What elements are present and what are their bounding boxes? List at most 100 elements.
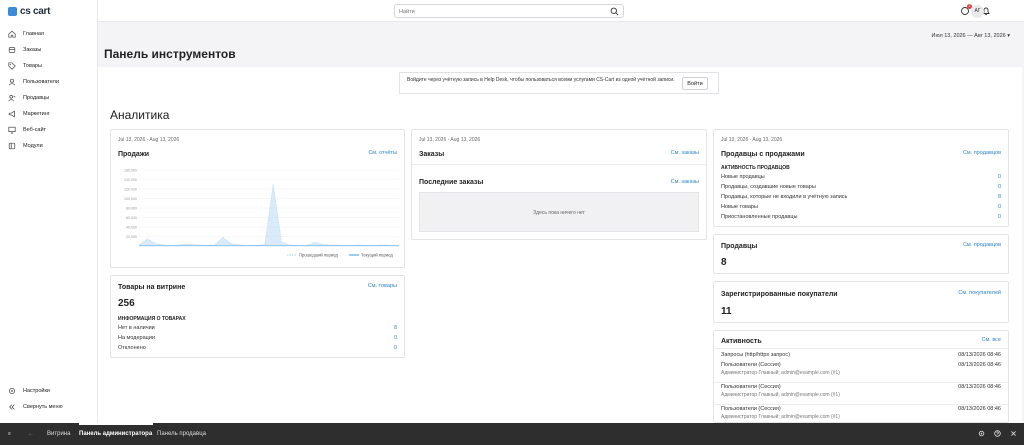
logo-text: cs cart — [20, 6, 51, 17]
tag-icon — [8, 62, 16, 70]
search-input[interactable] — [399, 7, 599, 16]
list-item[interactable]: На модерации 0 — [118, 335, 397, 344]
see-reports-link[interactable]: См. отчёты — [368, 150, 397, 156]
notice-text: Войдите через учётную запись в Help Desk… — [407, 77, 675, 83]
row-subtext: Администратор Главный; admin@example.com… — [721, 370, 840, 376]
sales-card: Jul 13, 2026 - Aug 13, 2026 Продажи См. … — [110, 129, 405, 268]
see-products-link[interactable]: См. товары — [368, 283, 397, 289]
recent-orders-title: Последние заказы — [419, 179, 484, 186]
search-icon[interactable] — [610, 7, 619, 16]
search-box — [394, 4, 624, 18]
list-item[interactable]: Продавцы, создавшие новые товары 0 — [721, 184, 1001, 193]
sidebar-item-settings[interactable]: Настройки — [8, 386, 50, 396]
card-date: Jul 13, 2026 - Aug 13, 2026 — [419, 137, 481, 143]
vendors-sales-card: Jul 13, 2026 - Aug 13, 2026 Продавцы с п… — [713, 129, 1009, 227]
active-tab-indicator — [79, 423, 153, 425]
sidebar-item-label: Заказы — [23, 47, 42, 53]
list-item[interactable]: Приостановленные продавцы 0 — [721, 214, 1001, 223]
legend-label-current: Текущий период — [361, 253, 393, 258]
cart-logo-icon — [8, 7, 17, 16]
y-tick-label: 80,000 — [126, 207, 137, 211]
card-title: Продажи — [118, 151, 150, 158]
legend-label-previous: Прошедший период — [299, 253, 338, 258]
sidebar-item-modules[interactable]: Модули — [8, 141, 43, 151]
products-count: 256 — [118, 298, 135, 309]
list-item[interactable]: Запросы (http/https запрос) 08/13/2026 08… — [721, 352, 1001, 361]
row-label: Нет в наличии — [118, 325, 155, 331]
gear-icon — [8, 387, 16, 395]
products-info-header: ИНФОРМАЦИЯ О ТОВАРАХ — [118, 316, 186, 322]
sidebar-item-products[interactable]: Товары — [8, 61, 42, 71]
bottom-bar: ≡ ← Витрина Панель администратора Панель… — [0, 423, 1024, 445]
card-title: Заказы — [419, 151, 445, 158]
top-bar: 2 АГ — [98, 0, 1024, 22]
notifications-button[interactable]: 2 — [960, 4, 972, 16]
date-range-selector[interactable]: Июл 13, 2026 — Авг 13, 2026 ▾ — [932, 33, 1010, 39]
y-tick-label: 120,000 — [124, 188, 137, 192]
close-icon[interactable] — [1010, 430, 1017, 437]
row-label: Пользователи (Сессия) — [721, 362, 781, 368]
row-label: Продавцы, создавшие новые товары — [721, 184, 816, 190]
sidebar-item-label: Продавцы — [23, 95, 50, 101]
list-item[interactable]: Нет в наличии 8 — [118, 325, 397, 334]
customers-count: 11 — [721, 306, 732, 317]
y-tick-label: 100,000 — [124, 197, 137, 201]
row-value: 0 — [997, 184, 1001, 190]
user-avatar[interactable]: АГ — [971, 5, 984, 18]
menu-icon[interactable]: ≡ — [8, 431, 11, 437]
gear-icon[interactable] — [978, 430, 985, 437]
list-item[interactable]: Продавцы, которые не входили в учётную з… — [721, 194, 1001, 203]
collapse-menu-button[interactable]: Свернуть меню — [8, 402, 63, 412]
help-icon[interactable] — [994, 430, 1001, 437]
vendor-panel-link[interactable]: Панель продавца — [157, 431, 206, 437]
sidebar-item-users[interactable]: Пользователи — [8, 77, 59, 87]
see-customers-link[interactable]: См. покупателей — [958, 290, 1001, 296]
list-item[interactable]: Новые товары 0 — [721, 204, 1001, 213]
list-item[interactable]: Пользователи (Сессия) 08/13/2026 08:46 Адм… — [721, 384, 1001, 402]
row-time: 08/13/2026 08:46 — [958, 384, 1001, 390]
see-orders-link[interactable]: См. заказы — [671, 179, 699, 185]
row-value: 0 — [393, 345, 397, 351]
card-title: Товары на витрине — [118, 284, 186, 291]
row-value: 0 — [393, 335, 397, 341]
helpdesk-notice: Войдите через учётную запись в Help Desk… — [399, 72, 719, 94]
row-label: На модерации — [118, 335, 155, 341]
sidebar-item-label: Товары — [23, 63, 42, 69]
see-all-link[interactable]: См. все — [982, 337, 1001, 343]
y-tick-label: 140,000 — [124, 178, 137, 182]
divider — [412, 164, 706, 165]
modules-icon — [8, 142, 16, 150]
see-orders-link[interactable]: См. заказы — [671, 150, 699, 156]
orders-card: Jul 13, 2026 - Aug 13, 2026 Заказы См. з… — [411, 129, 707, 240]
row-value: 8 — [393, 325, 397, 331]
sidebar-item-marketing[interactable]: Маркетинг — [8, 109, 50, 119]
sidebar-item-orders[interactable]: Заказы — [8, 45, 41, 55]
divider — [714, 382, 1008, 383]
login-button[interactable]: Войти — [682, 77, 708, 90]
y-tick-label: 40,000 — [126, 226, 137, 230]
sidebar-item-vendors[interactable]: Продавцы — [8, 93, 49, 103]
orders-icon — [8, 46, 16, 54]
marketing-icon — [8, 110, 16, 118]
row-value: 0 — [997, 204, 1001, 210]
sidebar-item-home[interactable]: Главная — [8, 29, 44, 39]
see-vendors-link[interactable]: См. продавцов — [963, 150, 1001, 156]
list-item[interactable]: Пользователи (Сессия) 08/13/2026 08:46 Адм… — [721, 362, 1001, 380]
back-arrow-icon[interactable]: ← — [28, 431, 34, 437]
see-vendors-link[interactable]: См. продавцов — [963, 242, 1001, 248]
y-tick-label: 160,000 — [124, 169, 137, 173]
admin-panel-link[interactable]: Панель администратора — [79, 431, 152, 437]
divider — [714, 404, 1008, 405]
logo[interactable]: cs cart — [8, 6, 50, 17]
vendor-activity-header: АКТИВНОСТЬ ПРОДАВЦОВ — [721, 165, 790, 171]
card-title: Продавцы — [721, 243, 758, 250]
list-item[interactable]: Отклонено 0 — [118, 345, 397, 354]
y-tick-label: 60,000 — [126, 216, 137, 220]
sidebar-item-website[interactable]: Веб-сайт — [8, 125, 46, 135]
row-value: 0 — [997, 214, 1001, 220]
sidebar-item-label: Модули — [23, 143, 43, 149]
card-date: Jul 13, 2026 - Aug 13, 2026 — [118, 137, 180, 143]
list-item[interactable]: Новые продавцы 0 — [721, 174, 1001, 183]
list-item[interactable]: Пользователи (Сессия) 08/13/2026 08:46 Адм… — [721, 406, 1001, 424]
storefront-link[interactable]: Витрина — [47, 431, 70, 437]
